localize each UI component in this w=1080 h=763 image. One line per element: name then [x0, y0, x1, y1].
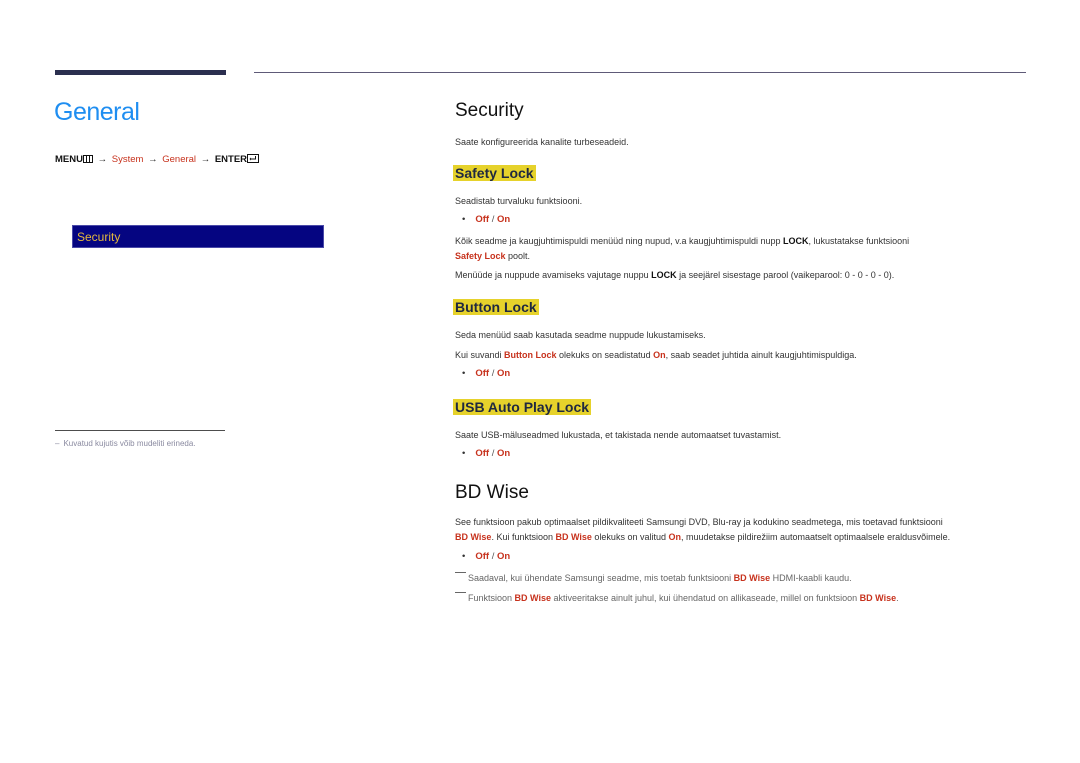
menu-path: MENU → System → General → ENTER: [55, 154, 260, 166]
side-note: – Kuvatud kujutis võib mudeliti erineda.: [55, 439, 196, 448]
osd-menu-item-label: Security: [77, 230, 121, 244]
button-lock-options: • Off / On: [462, 368, 511, 379]
security-intro: Saate konfigureerida kanalite turbeseade…: [455, 137, 629, 147]
bd-wise-para: See funktsioon pakub optimaalset pildikv…: [455, 517, 951, 542]
arrow: →: [200, 154, 211, 165]
enter-label: ENTER: [214, 154, 248, 165]
usb-lock-desc: Saate USB-mäluseadmed lukustada, et taki…: [455, 430, 782, 440]
option-on: On: [496, 448, 511, 459]
footnote-rule: [55, 430, 225, 431]
button-lock-desc: Seda menüüd saab kasutada seadme nuppude…: [455, 330, 706, 340]
note-dash: –: [55, 439, 60, 448]
safety-lock-para2: Menüüde ja nuppude avamiseks vajutage nu…: [455, 270, 895, 280]
bd-wise-options: • Off / On: [462, 551, 511, 562]
subsection-title-usb-auto-play-lock: USB Auto Play Lock: [453, 399, 592, 415]
menu-path-system: System: [111, 154, 144, 165]
option-on: On: [496, 368, 511, 379]
side-note-text: Kuvatud kujutis võib mudeliti erineda.: [63, 439, 196, 448]
header-bar-thin: [254, 72, 1026, 73]
button-lock-para: Kui suvandi Button Lock olekuks on seadi…: [455, 350, 857, 360]
enter-icon: [247, 154, 260, 166]
bd-wise-note-1: Saadaval, kui ühendate Samsungi seadme, …: [455, 572, 852, 583]
header-bar-thick: [55, 70, 226, 75]
option-on: On: [496, 551, 511, 562]
safety-lock-options: • Off / On: [462, 214, 511, 225]
menu-icon: [82, 155, 93, 166]
option-off: Off: [475, 368, 490, 379]
option-off: Off: [475, 214, 490, 225]
arrow: →: [97, 154, 108, 165]
bd-wise-note-2: Funktsioon BD Wise aktiveeritakse ainult…: [455, 592, 899, 603]
safety-lock-para1: Kõik seadme ja kaugjuhtimispuldi menüüd …: [455, 236, 910, 261]
section-title-bd-wise: BD Wise: [455, 482, 529, 503]
safety-lock-desc: Seadistab turvaluku funktsiooni.: [455, 196, 583, 206]
subsection-title-safety-lock: Safety Lock: [453, 165, 536, 181]
note-dash: [455, 592, 466, 593]
menu-path-general: General: [162, 154, 197, 165]
section-title-security: Security: [455, 100, 524, 121]
option-off: Off: [475, 551, 490, 562]
option-on: On: [496, 214, 511, 225]
usb-lock-options: • Off / On: [462, 448, 511, 459]
arrow: →: [148, 154, 158, 165]
chapter-title: General: [54, 98, 140, 126]
option-off: Off: [475, 448, 490, 459]
note-dash: [455, 572, 466, 573]
osd-menu-item-security: Security: [72, 225, 324, 248]
menu-label: MENU: [55, 154, 83, 165]
subsection-title-button-lock: Button Lock: [453, 299, 539, 315]
